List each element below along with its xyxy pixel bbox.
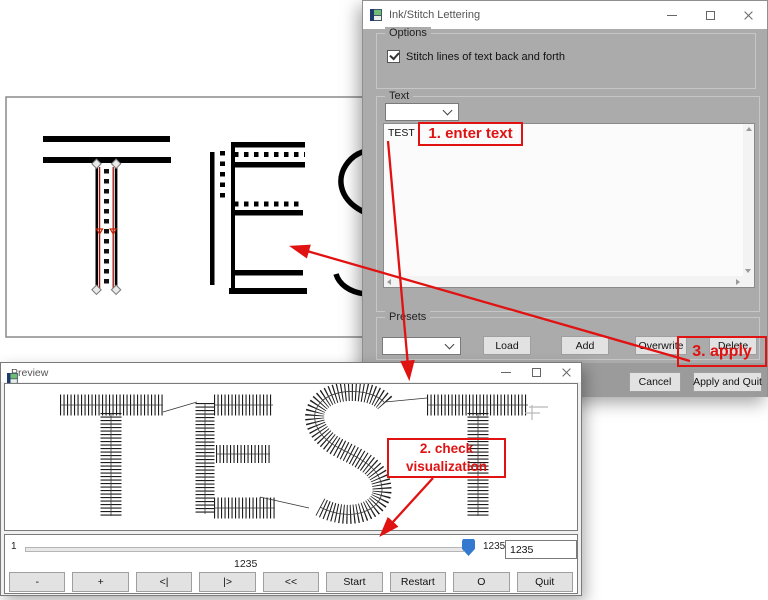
quit-button[interactable]: Quit [517, 572, 573, 592]
preset-select[interactable] [382, 337, 461, 355]
chevron-down-icon [443, 106, 453, 116]
simulator-button-row: - + <| |> << Start Restart O Quit [9, 572, 573, 592]
preview-titlebar[interactable]: Preview [1, 363, 581, 382]
stitch-slider[interactable] [25, 547, 464, 552]
maximize-icon[interactable] [521, 363, 551, 382]
screen: Ink/Stitch Lettering Options Stitch line… [0, 0, 768, 600]
close-icon[interactable] [551, 363, 581, 382]
dialog-title: Ink/Stitch Lettering [389, 9, 480, 21]
restart-button[interactable]: Restart [390, 572, 446, 592]
start-button[interactable]: Start [326, 572, 382, 592]
stitch-number-input[interactable] [505, 540, 577, 559]
step-back-button[interactable]: <| [136, 572, 192, 592]
step-forward-button[interactable]: |> [199, 572, 255, 592]
cancel-button[interactable]: Cancel [629, 372, 681, 392]
chevron-down-icon [445, 340, 455, 350]
annotation-step2-line2: visualization [406, 458, 487, 476]
stitch-end-marker [525, 405, 548, 420]
slider-min-label: 1 [11, 541, 17, 552]
simulator-controls: 1 1235 1235 - + <| |> << Start Restart O… [4, 534, 578, 594]
apply-and-quit-button[interactable]: Apply and Quit [693, 372, 762, 392]
slider-value-label: 1235 [483, 541, 505, 552]
scrollbar-corner [743, 276, 754, 287]
lettering-text: TEST [388, 127, 415, 139]
back-and-forth-label: Stitch lines of text back and forth [406, 51, 565, 63]
speed-up-button[interactable]: + [72, 572, 128, 592]
lettering-textarea[interactable]: TEST [383, 123, 755, 288]
annotation-step1: 1. enter text [418, 122, 523, 146]
scroll-left-icon[interactable] [387, 279, 391, 285]
text-group-label: Text [385, 90, 413, 102]
add-button[interactable]: Add [561, 336, 609, 355]
slider-thumb[interactable] [462, 539, 475, 556]
maximize-icon[interactable] [691, 1, 729, 29]
scroll-right-icon[interactable] [736, 279, 740, 285]
inkstitch-app-icon [370, 9, 382, 21]
dialog-titlebar[interactable]: Ink/Stitch Lettering [363, 1, 767, 29]
minimize-icon[interactable] [491, 363, 521, 382]
preview-window: Preview [0, 362, 582, 596]
rewind-button[interactable]: << [263, 572, 319, 592]
checkmark-icon [389, 50, 399, 61]
scroll-up-icon[interactable] [746, 127, 752, 131]
scroll-down-icon[interactable] [745, 269, 751, 273]
load-button[interactable]: Load [483, 336, 531, 355]
back-and-forth-checkbox[interactable] [387, 50, 400, 63]
vertical-scrollbar[interactable] [743, 124, 754, 276]
annotation-step2: 2. check visualization [387, 438, 506, 478]
o-button[interactable]: O [453, 572, 509, 592]
slider-center-label: 1235 [234, 558, 257, 570]
annotation-step1-text: 1. enter text [428, 124, 512, 144]
font-select[interactable] [385, 103, 459, 121]
close-icon[interactable] [729, 1, 767, 29]
options-group: Options Stitch lines of text back and fo… [376, 33, 756, 89]
speed-down-button[interactable]: - [9, 572, 65, 592]
horizontal-scrollbar[interactable] [384, 276, 743, 287]
annotation-step2-line1: 2. check [420, 440, 473, 458]
options-group-label: Options [385, 27, 431, 39]
presets-group-label: Presets [385, 311, 430, 323]
annotation-step3: 3. apply [677, 336, 767, 367]
annotation-step3-text: 3. apply [692, 341, 752, 363]
minimize-icon[interactable] [653, 1, 691, 29]
back-and-forth-row[interactable]: Stitch lines of text back and forth [387, 50, 565, 63]
